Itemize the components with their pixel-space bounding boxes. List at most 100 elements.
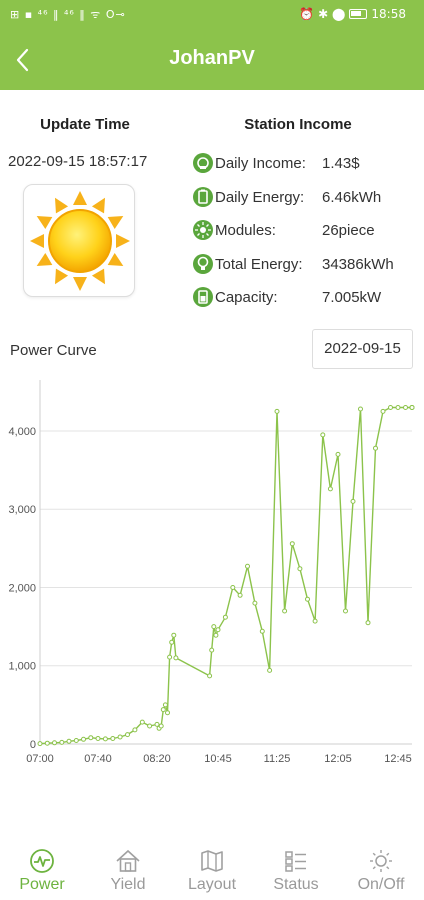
income-value: 1.43$	[322, 154, 360, 172]
date-picker[interactable]: 2022-09-15	[312, 329, 413, 369]
data-point	[110, 736, 116, 741]
sun-icon	[30, 191, 130, 291]
x-tick-label: 10:45	[204, 753, 232, 765]
data-point	[409, 405, 415, 410]
data-point	[305, 596, 310, 602]
income-row-total-energy: Total Energy: 34386kWh	[193, 253, 394, 275]
income-label: Daily Energy:	[215, 188, 305, 206]
tab-label: Status	[273, 876, 319, 893]
data-point	[215, 627, 221, 633]
data-point	[160, 707, 166, 713]
bottom-tab-bar: Power Yield Layout Status On/Off	[0, 840, 424, 900]
update-time-heading: Update Time	[40, 116, 130, 133]
data-point	[165, 710, 170, 716]
data-point	[335, 451, 341, 457]
update-time-value: 2022-09-15 18:57:17	[8, 153, 148, 170]
y-tick-label: 0	[30, 739, 36, 751]
data-point	[171, 632, 177, 638]
x-tick-label: 12:05	[324, 753, 352, 765]
x-tick-label: 12:45	[384, 753, 412, 765]
data-point	[147, 723, 153, 729]
tab-label: Power	[19, 876, 65, 893]
income-value: 34386kWh	[322, 255, 394, 273]
data-point	[252, 600, 258, 606]
data-point	[59, 739, 65, 745]
tab-status[interactable]: Status	[265, 840, 327, 900]
data-point	[312, 618, 318, 624]
data-point	[37, 741, 43, 747]
y-tick-label: 2,000	[8, 582, 36, 594]
tab-yield[interactable]: Yield	[98, 840, 158, 900]
data-point	[289, 541, 295, 547]
data-point	[327, 486, 333, 492]
income-row-daily-income: Daily Income: 1.43$	[193, 152, 360, 174]
data-point	[173, 655, 179, 661]
income-row-capacity: Capacity: 7.005kW	[193, 286, 381, 308]
data-point	[44, 740, 50, 746]
data-point	[169, 639, 175, 645]
data-point	[259, 628, 265, 634]
income-icon	[193, 153, 213, 173]
y-tick-label: 4,000	[8, 426, 36, 438]
tab-label: On/Off	[357, 876, 405, 893]
data-point	[158, 723, 164, 729]
y-tick-label: 1,000	[8, 661, 36, 673]
data-point	[403, 405, 408, 410]
data-point	[154, 721, 160, 727]
battery-icon	[349, 9, 368, 19]
x-tick-label: 07:00	[26, 753, 54, 765]
x-tick-label: 07:40	[84, 753, 112, 765]
data-point	[162, 702, 168, 708]
sun-switch-icon	[370, 850, 392, 872]
data-point	[365, 620, 371, 626]
data-point	[88, 735, 94, 741]
capacity-icon	[193, 287, 213, 307]
income-label: Modules:	[215, 221, 276, 239]
data-point	[297, 566, 303, 572]
home-icon	[116, 849, 140, 872]
app-header: JohanPV	[0, 30, 424, 90]
tab-layout[interactable]: Layout	[181, 840, 243, 900]
list-icon	[285, 851, 306, 872]
data-point	[207, 673, 213, 679]
page-title: JohanPV	[169, 47, 255, 69]
data-point	[211, 624, 217, 630]
income-label: Total Energy:	[215, 255, 303, 273]
tab-power[interactable]: Power	[12, 840, 72, 900]
status-icons: ⏰ ✱ ⬤	[299, 7, 346, 21]
tab-on-off[interactable]: On/Off	[349, 840, 413, 900]
data-point	[395, 405, 401, 410]
data-point	[245, 563, 250, 569]
data-point	[320, 432, 326, 438]
tab-label: Layout	[187, 876, 237, 893]
data-point	[117, 734, 123, 740]
data-point	[267, 667, 273, 673]
data-point	[213, 632, 219, 638]
module-icon	[193, 220, 213, 240]
power-curve-icon	[30, 849, 54, 873]
x-tick-label: 11:25	[264, 753, 291, 765]
battery-icon	[193, 187, 213, 207]
data-point	[237, 592, 243, 598]
status-indicators-right: ⏰ ✱ ⬤ 18:58	[299, 7, 406, 21]
data-point	[350, 498, 356, 504]
income-row-modules: Modules: 26piece	[193, 219, 375, 241]
income-row-daily-energy: Daily Energy: 6.46kWh	[193, 186, 381, 208]
data-point	[132, 727, 138, 733]
data-point	[274, 408, 280, 414]
income-value: 7.005kW	[322, 288, 382, 306]
data-point	[373, 445, 378, 451]
data-point	[139, 719, 145, 725]
power-series-line	[39, 406, 412, 745]
x-tick-label: 08:20	[143, 753, 171, 765]
data-point	[73, 738, 79, 743]
data-point	[167, 654, 173, 660]
data-point	[230, 585, 236, 590]
station-income-heading: Station Income	[244, 116, 352, 133]
data-point	[95, 736, 101, 741]
income-label: Daily Income:	[215, 154, 306, 172]
data-point	[282, 608, 288, 614]
data-point	[81, 736, 86, 742]
power-curve-chart: 0 1,000 2,000 3,000 4,000 07:00 07:40 08:20 10:4…	[8, 380, 415, 765]
status-time: 18:58	[371, 7, 406, 21]
